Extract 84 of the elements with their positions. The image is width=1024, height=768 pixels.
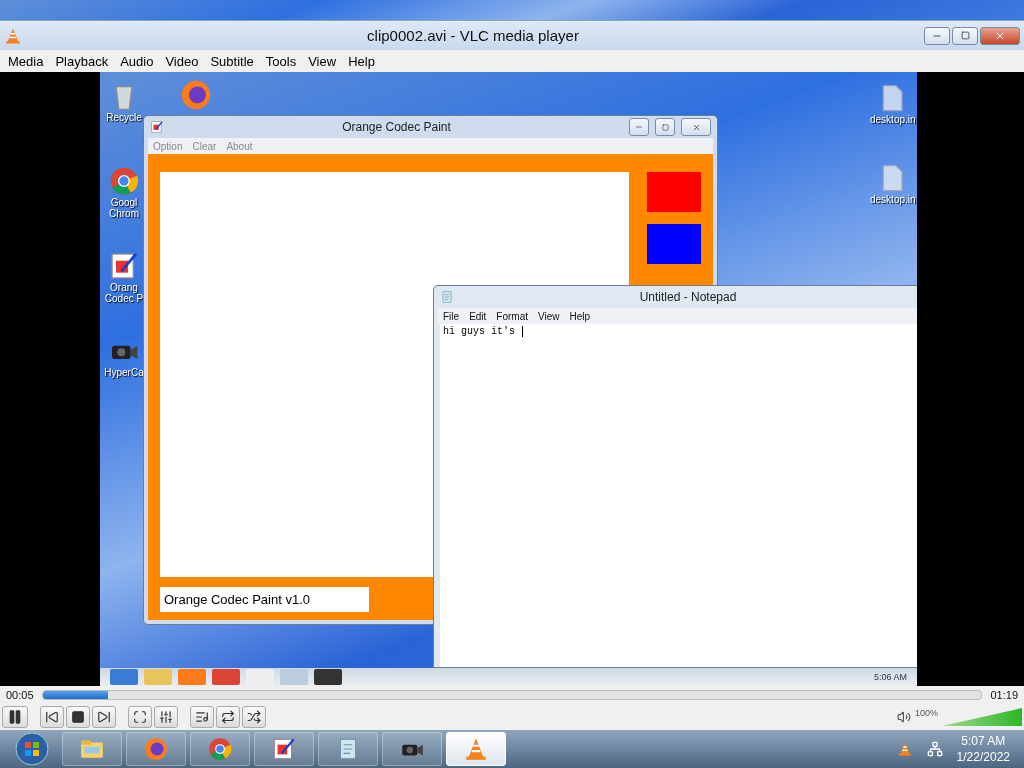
shuffle-icon xyxy=(247,710,261,724)
skip-back-icon xyxy=(45,710,59,724)
taskbar-button[interactable] xyxy=(254,732,314,766)
fullscreen-button[interactable] xyxy=(128,706,152,728)
minimize-icon xyxy=(635,123,643,131)
traffic-cone-icon xyxy=(896,741,913,757)
elapsed-time: 00:05 xyxy=(6,689,34,701)
menu-item[interactable]: Playback xyxy=(49,53,115,69)
minimize-button[interactable] xyxy=(629,118,649,136)
windows-logo-icon xyxy=(15,732,49,766)
menu-item[interactable]: File xyxy=(438,310,465,322)
random-button[interactable] xyxy=(242,706,266,728)
menu-item[interactable]: Subtitle xyxy=(204,53,260,69)
loop-button[interactable] xyxy=(216,706,240,728)
taskbar-app-icon xyxy=(144,669,172,685)
taskbar-app-icon xyxy=(110,669,138,685)
paint-icon xyxy=(150,120,164,134)
pause-icon xyxy=(7,709,23,725)
color-swatch[interactable] xyxy=(647,172,701,212)
status-field: Orange Codec Paint v1.0 xyxy=(160,587,369,612)
firefox-icon xyxy=(179,78,213,112)
menu-item[interactable]: Edit xyxy=(464,310,492,322)
menu-item[interactable]: Help xyxy=(564,310,596,322)
maximize-icon xyxy=(960,31,970,40)
volume-reading: 100% xyxy=(914,708,938,718)
menu-item[interactable]: Format xyxy=(491,310,534,322)
minimize-button[interactable] xyxy=(924,26,950,45)
maximize-icon xyxy=(661,123,669,131)
clock-date: 1/22/2022 xyxy=(956,749,1010,765)
desktop-icon-label: desktop.in xyxy=(870,194,914,205)
desktop-icon-label: Recycle xyxy=(105,112,143,123)
menu-item[interactable]: View xyxy=(533,310,565,322)
pause-button[interactable] xyxy=(2,706,28,728)
taskbar-button[interactable] xyxy=(382,732,442,766)
firefox-icon xyxy=(143,736,169,762)
text-cursor xyxy=(522,326,523,337)
notepad-icon xyxy=(440,290,454,304)
close-button[interactable] xyxy=(681,118,711,136)
window-title: Untitled - Notepad xyxy=(638,290,738,304)
settings-button[interactable] xyxy=(154,706,178,728)
close-icon xyxy=(691,122,701,132)
menu-item[interactable]: Media xyxy=(2,53,50,69)
desktop-icon-label: Orang Codec P xyxy=(103,282,145,304)
stop-icon xyxy=(71,710,85,724)
taskbar-app-icon xyxy=(212,669,240,685)
color-swatch[interactable] xyxy=(647,224,701,264)
playlist-button[interactable] xyxy=(190,706,214,728)
seek-bar[interactable] xyxy=(41,690,983,700)
text-area[interactable]: hi guys it's xyxy=(440,324,917,667)
previous-button[interactable] xyxy=(40,706,64,728)
maximize-button[interactable] xyxy=(952,26,978,45)
clock-time: 5:07 AM xyxy=(961,733,1006,749)
next-button[interactable] xyxy=(92,706,116,728)
menu-item[interactable]: Tools xyxy=(259,53,303,69)
window-title: Orange Codec Paint xyxy=(341,120,452,134)
sliders-icon xyxy=(159,710,173,724)
network-icon[interactable] xyxy=(926,741,943,757)
paint-icon xyxy=(108,250,140,282)
loop-icon xyxy=(221,710,235,724)
playlist-icon xyxy=(195,710,209,724)
clock: 5:06 AM xyxy=(873,672,907,682)
total-time: 01:19 xyxy=(990,689,1018,701)
desktop-icon-label: desktop.in xyxy=(870,114,914,125)
desktop-icon-label: HyperCa xyxy=(103,367,145,378)
menu-item[interactable]: Video xyxy=(159,53,205,69)
maximize-button[interactable] xyxy=(655,118,675,136)
menu-item[interactable]: Audio xyxy=(114,53,160,69)
chrome-icon xyxy=(207,736,233,762)
paint-icon xyxy=(271,736,297,762)
chrome-icon xyxy=(108,165,140,197)
close-button[interactable] xyxy=(980,26,1020,45)
taskbar-app-icon xyxy=(314,669,342,685)
speaker-icon[interactable] xyxy=(896,710,911,724)
menu-item[interactable]: Help xyxy=(342,53,381,69)
traffic-cone-icon xyxy=(463,736,489,762)
window-title: clip0002.avi - VLC media player xyxy=(366,27,580,44)
skip-forward-icon xyxy=(97,710,111,724)
taskbar-button[interactable] xyxy=(126,732,186,766)
menu-item[interactable]: View xyxy=(302,53,343,69)
taskbar-app-icon xyxy=(280,669,308,685)
desktop-icon-label: Googl Chrom xyxy=(108,197,140,219)
fullscreen-icon xyxy=(133,710,147,724)
taskbar-app-icon xyxy=(178,669,206,685)
stop-button[interactable] xyxy=(66,706,90,728)
